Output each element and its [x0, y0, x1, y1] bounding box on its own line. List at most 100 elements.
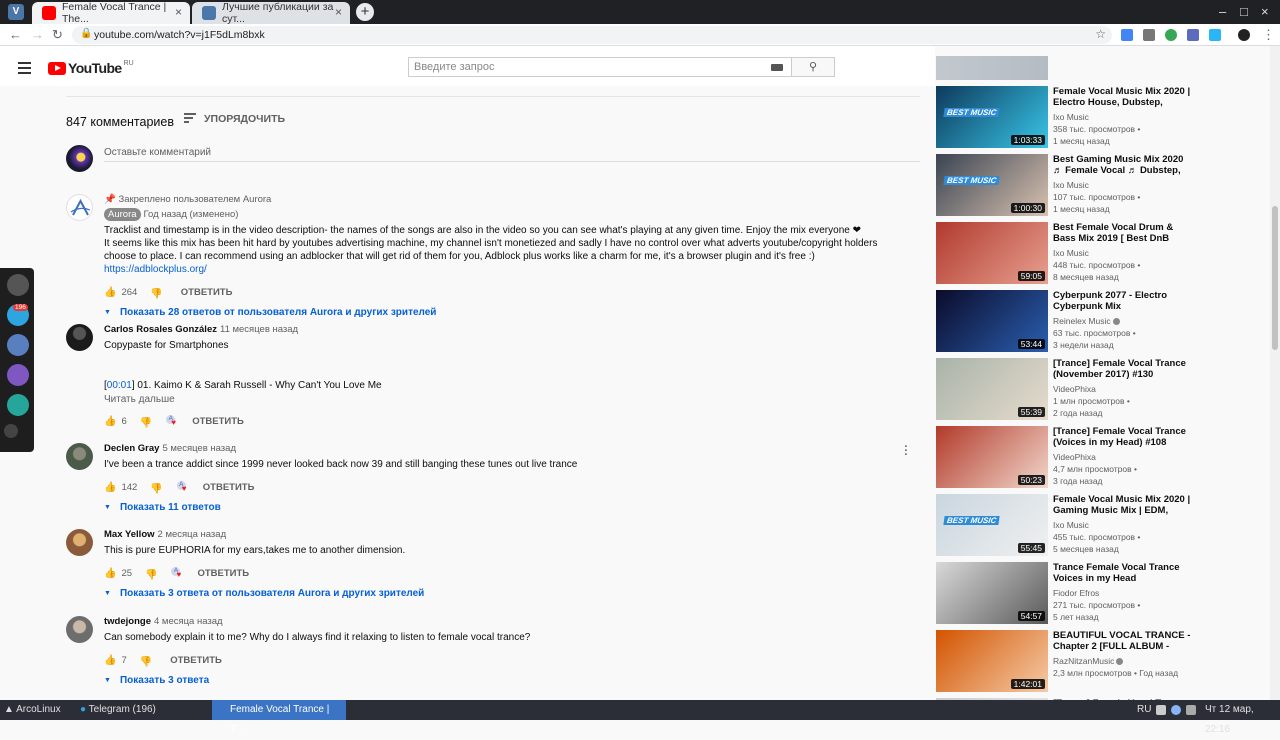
channel-name[interactable]: Ixo Music [1053, 519, 1193, 531]
tab-vk-feed[interactable]: Лучшие публикации за сут... × [192, 1, 350, 25]
close-tab-icon[interactable]: × [335, 5, 342, 19]
read-more-button[interactable]: Читать дальше [104, 394, 894, 405]
video-thumbnail[interactable]: 55:39 [936, 358, 1048, 420]
author-name[interactable]: Aurora [104, 208, 141, 221]
dislike-icon[interactable]: 👍 [140, 416, 152, 427]
timestamp-link[interactable]: 00:01 [107, 380, 132, 391]
add-comment-input[interactable]: Оставьте комментарий [104, 147, 211, 158]
author-avatar[interactable] [66, 529, 93, 556]
scroll-thumb[interactable] [1272, 206, 1278, 350]
author-avatar[interactable] [66, 324, 93, 351]
like-icon[interactable]: 👍 [104, 287, 116, 298]
clock[interactable]: Чт 12 мар, 22:16 [1205, 700, 1280, 735]
reply-button[interactable]: ОТВЕТИТЬ [192, 416, 244, 427]
related-video[interactable]: 50:23 [Trance] Female Vocal Trance (Voice… [936, 426, 1266, 490]
maximize-icon[interactable]: □ [1240, 4, 1248, 19]
related-video[interactable]: 54:57 Trance Female Vocal Trance Voices i… [936, 562, 1266, 626]
sort-button[interactable]: УПОРЯДОЧИТЬ [184, 113, 285, 125]
like-icon[interactable]: 👍 [104, 482, 116, 493]
start-menu-button[interactable]: ▲ ArcoLinux [4, 700, 61, 720]
video-thumbnail[interactable]: 53:44 [936, 290, 1048, 352]
author-avatar[interactable] [66, 194, 93, 221]
reload-icon[interactable]: ↻ [52, 27, 63, 43]
comment-time[interactable]: Год назад (изменено) [144, 209, 239, 220]
page-scrollbar[interactable] [1270, 46, 1280, 700]
comment-menu-icon[interactable]: · · · [904, 442, 908, 461]
video-title[interactable]: Trance Female Vocal Trance Voices in my … [1053, 562, 1193, 584]
comment-time[interactable]: 11 месяцев назад [220, 324, 298, 335]
show-replies-button[interactable]: ▼ Показать 3 ответа от пользователя Auror… [104, 588, 894, 599]
back-icon[interactable]: ← [9, 27, 22, 42]
related-video[interactable]: 55:39 [Trance] Female Vocal Trance (Novem… [936, 358, 1266, 422]
new-tab-button[interactable]: + [356, 3, 374, 21]
channel-name[interactable]: Ixo Music [1053, 111, 1193, 123]
search-input[interactable]: Введите запрос [408, 57, 792, 77]
show-replies-button[interactable]: ▼ Показать 3 ответа [104, 675, 894, 686]
video-thumbnail[interactable]: BEST MUSIC 1:00:30 [936, 154, 1048, 216]
adblock-link[interactable]: https://adblockplus.org/ [104, 264, 207, 275]
video-thumbnail[interactable]: BEST MUSIC 1:03:33 [936, 86, 1048, 148]
video-title[interactable]: Best Female Vocal Drum & Bass Mix 2019 [… [1053, 222, 1193, 244]
like-icon[interactable]: 👍 [104, 568, 116, 579]
comment-time[interactable]: 4 месяца назад [154, 616, 223, 627]
reply-button[interactable]: ОТВЕТИТЬ [181, 287, 233, 298]
video-title[interactable]: Cyberpunk 2077 - Electro Cyberpunk Mix [1053, 290, 1193, 312]
author-name[interactable]: Declen Gray [104, 443, 159, 454]
video-title[interactable]: [Trance] Female Vocal Trance (November 2… [1053, 358, 1193, 380]
video-title[interactable]: Female Vocal Music Mix 2020 | Electro Ho… [1053, 86, 1193, 108]
related-video[interactable]: BEST MUSIC 55:45 Female Vocal Music Mix 20… [936, 494, 1266, 558]
like-icon[interactable]: 👍 [104, 655, 116, 666]
keyboard-layout[interactable]: RU [1137, 700, 1151, 720]
comment-time[interactable]: 2 месяца назад [158, 529, 227, 540]
channel-name[interactable]: VideoPhixa [1053, 451, 1193, 463]
dislike-icon[interactable]: 👍 [140, 655, 152, 666]
related-video[interactable]: 59:05 Best Female Vocal Drum & Bass Mix 2… [936, 222, 1266, 286]
video-thumbnail[interactable]: 50:23 [936, 426, 1048, 488]
taskbar-telegram[interactable]: ● Telegram (196) [80, 700, 156, 720]
video-title[interactable]: BEAUTIFUL VOCAL TRANCE - Chapter 2 [FULL… [1053, 630, 1193, 652]
extension-icon[interactable] [1209, 29, 1221, 41]
bookmark-star-icon[interactable]: ☆ [1095, 27, 1106, 41]
video-title[interactable]: [Trance] Female Vocal Trance (Voices in … [1053, 426, 1193, 448]
like-icon[interactable]: 👍 [104, 416, 116, 427]
forward-icon[interactable]: → [31, 27, 44, 42]
tray-icon[interactable] [1171, 705, 1181, 715]
translate-extension-icon[interactable] [1121, 29, 1133, 41]
author-avatar[interactable] [66, 616, 93, 643]
vk-app-icon[interactable]: V [8, 4, 24, 20]
extension-icon[interactable] [1143, 29, 1155, 41]
channel-name[interactable]: RazNitzanMusic [1053, 655, 1193, 667]
author-name[interactable]: Max Yellow [104, 529, 155, 540]
show-replies-button[interactable]: ▼ Показать 28 ответов от пользователя Aur… [104, 307, 894, 318]
channel-name[interactable]: Fiodor Efros [1053, 587, 1193, 599]
reply-button[interactable]: ОТВЕТИТЬ [203, 482, 255, 493]
close-window-icon[interactable]: × [1261, 4, 1269, 19]
search-button[interactable]: ⚲ [792, 57, 835, 77]
video-thumbnail[interactable]: BEST MUSIC 55:45 [936, 494, 1048, 556]
video-title[interactable]: Best Gaming Music Mix 2020 ♬ Female Voca… [1053, 154, 1193, 176]
comment-time[interactable]: 5 месяцев назад [162, 443, 236, 454]
related-video[interactable]: 1:42:01 BEAUTIFUL VOCAL TRANCE - Chapter … [936, 630, 1266, 694]
related-video[interactable]: BEST MUSIC 1:03:33 Female Vocal Music Mix … [936, 86, 1266, 150]
close-tab-icon[interactable]: × [175, 5, 182, 19]
show-replies-button[interactable]: ▼ Показать 11 ответов [104, 502, 894, 513]
video-thumbnail[interactable]: 1:42:01 [936, 630, 1048, 692]
minimize-icon[interactable]: – [1219, 4, 1226, 19]
tab-youtube[interactable]: Female Vocal Trance | The... × [32, 1, 190, 25]
channel-name[interactable]: VideoPhixa [1053, 383, 1193, 395]
taskbar-chrome[interactable]: Female Vocal Trance | T... [212, 700, 346, 735]
author-name[interactable]: twdejonge [104, 616, 151, 627]
extension-icon[interactable] [1165, 29, 1177, 41]
dislike-icon[interactable]: 👍 [150, 287, 162, 298]
extension-icon[interactable] [1187, 29, 1199, 41]
related-video[interactable]: 53:44 Cyberpunk 2077 - Electro Cyberpunk … [936, 290, 1266, 354]
dislike-icon[interactable]: 👍 [145, 568, 157, 579]
youtube-logo[interactable]: YouTube RU [48, 60, 134, 76]
keyboard-icon[interactable] [771, 64, 783, 71]
hamburger-menu-icon[interactable] [18, 62, 31, 77]
related-video[interactable]: BEST MUSIC 1:00:30 Best Gaming Music Mix 2… [936, 154, 1266, 218]
address-bar[interactable]: 🔒 youtube.com/watch?v=j1F5dLm8bxk ☆ [72, 26, 1112, 44]
browser-menu-icon[interactable]: ⋮ [1262, 27, 1275, 43]
channel-name[interactable]: Reinelex Music [1053, 315, 1193, 327]
author-name[interactable]: Carlos Rosales González [104, 324, 217, 335]
